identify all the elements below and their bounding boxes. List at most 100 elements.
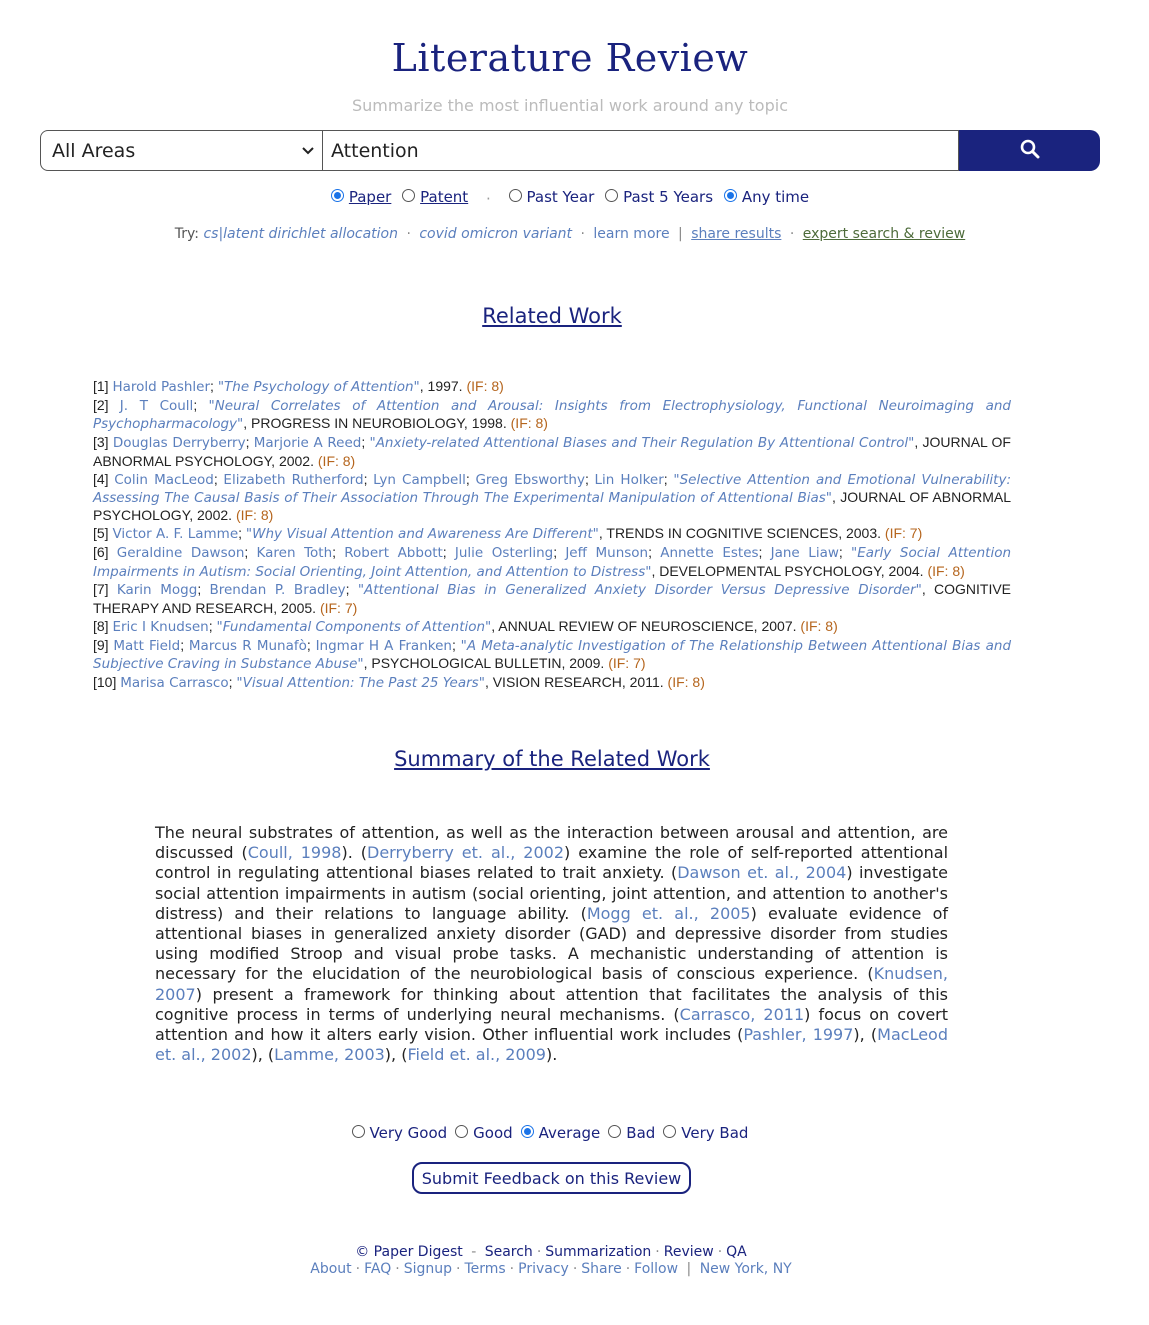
paper-title-link[interactable]: "Anxiety-related Attentional Biases and … <box>369 435 914 451</box>
citation-link[interactable]: Derryberry et. al., 2002 <box>367 843 564 862</box>
rating-option[interactable]: Very Bad <box>663 1124 748 1142</box>
area-select-value: All Areas <box>52 139 136 162</box>
author-link[interactable]: J. T Coull <box>120 398 194 414</box>
search-input[interactable] <box>323 130 959 171</box>
author-link[interactable]: Colin MacLeod <box>114 472 214 488</box>
author-link[interactable]: Julie Osterling <box>455 545 553 561</box>
citation-link[interactable]: Field et. al., 2009 <box>407 1045 546 1064</box>
author-link[interactable]: Lyn Campbell <box>373 472 466 488</box>
citation-link[interactable]: Coull, 1998 <box>248 843 342 862</box>
rating-option[interactable]: Very Good <box>351 1124 447 1142</box>
venue-name: ANNUAL REVIEW OF NEUROSCIENCE, <box>498 617 758 634</box>
author-link[interactable]: Harold Pashler <box>112 379 210 395</box>
time-any-option[interactable]: Any time <box>723 188 809 206</box>
footer-link-search[interactable]: Search <box>485 1244 533 1260</box>
reference-number: [4] <box>93 470 115 487</box>
paper-title-link[interactable]: "Fundamental Components of Attention" <box>217 619 492 635</box>
footer-link-faq[interactable]: FAQ <box>364 1261 391 1277</box>
publication-year: 1997. <box>427 378 463 394</box>
author-link[interactable]: Karin Mogg <box>117 582 197 598</box>
try-example-lda[interactable]: cs|latent dirichlet allocation <box>203 226 398 242</box>
paper-title-link[interactable]: "Attentional Bias in Generalized Anxiety… <box>358 582 922 598</box>
citation-link[interactable]: Mogg et. al., 2005 <box>587 904 751 923</box>
impact-factor: (IF: 8) <box>466 378 504 394</box>
author-link[interactable]: Elizabeth Rutherford <box>223 472 363 488</box>
author-link[interactable]: Annette Estes <box>660 545 758 561</box>
time-past-5-years-option[interactable]: Past 5 Years <box>605 188 713 206</box>
rating-option[interactable]: Bad <box>608 1124 655 1142</box>
footer-location-link[interactable]: New York, NY <box>700 1261 792 1277</box>
share-results-link[interactable]: share results <box>691 226 781 242</box>
rating-option[interactable]: Good <box>455 1124 513 1142</box>
rating-radio[interactable] <box>520 1124 534 1138</box>
author-link[interactable]: Marisa Carrasco <box>120 675 228 691</box>
author-link[interactable]: Ingmar H A Franken <box>316 638 452 654</box>
patent-radio[interactable] <box>402 188 416 202</box>
footer-link-share[interactable]: Share <box>581 1261 621 1277</box>
citation-link[interactable]: Carrasco, 2011 <box>680 1005 804 1024</box>
paper-radio[interactable] <box>330 188 344 202</box>
type-patent-option[interactable]: Patent <box>402 188 468 206</box>
author-link[interactable]: Marcus R Munafò <box>189 638 307 654</box>
past-5-years-radio[interactable] <box>605 188 619 202</box>
publication-year: 2007. <box>761 617 797 634</box>
footer-link-terms[interactable]: Terms <box>464 1261 505 1277</box>
footer-link-follow[interactable]: Follow <box>634 1261 678 1277</box>
footer-line-2: About · FAQ · Signup · Terms · Privacy · Share · Fol… <box>0 1261 1102 1277</box>
reference-number: [3] <box>93 434 113 451</box>
footer-link-qa[interactable]: QA <box>726 1244 747 1260</box>
reference-item: [8] Eric I Knudsen; "Fundamental Compone… <box>93 617 838 635</box>
author-link[interactable]: Karen Toth <box>257 545 333 561</box>
author-link[interactable]: Brendan P. Bradley <box>209 582 345 598</box>
author-link[interactable]: Victor A. F. Lamme <box>112 526 238 542</box>
author-link[interactable]: Douglas Derryberry <box>113 435 246 451</box>
citation-link[interactable]: Dawson et. al., 2004 <box>677 863 846 882</box>
paper-title-link[interactable]: "Why Visual Attention and Awareness Are … <box>246 526 599 542</box>
try-example-covid[interactable]: covid omicron variant <box>419 226 572 242</box>
author-link[interactable]: Geraldine Dawson <box>117 545 245 561</box>
paper-label: Paper <box>348 188 392 206</box>
related-work-title[interactable]: Related Work <box>0 304 1104 328</box>
rating-label: Good <box>473 1124 513 1142</box>
learn-more-link[interactable]: learn more <box>593 226 669 242</box>
author-link[interactable]: Robert Abbott <box>344 545 443 561</box>
time-past-year-option[interactable]: Past Year <box>508 188 594 206</box>
summary-text: The neural substrates of attention, as w… <box>155 823 948 1065</box>
author-link[interactable]: Jeff Munson <box>565 545 648 561</box>
submit-feedback-button[interactable]: Submit Feedback on this Review <box>412 1162 691 1194</box>
footer-link-about[interactable]: About <box>310 1261 351 1277</box>
search-button[interactable] <box>959 130 1100 171</box>
past-year-radio[interactable] <box>508 188 522 202</box>
author-link[interactable]: Jane Liaw <box>771 545 839 561</box>
type-paper-option[interactable]: Paper <box>330 188 392 206</box>
rating-option[interactable]: Average <box>520 1124 600 1142</box>
rating-radio[interactable] <box>455 1124 469 1138</box>
citation-link[interactable]: Lamme, 2003 <box>274 1045 385 1064</box>
rating-radio[interactable] <box>351 1124 365 1138</box>
footer-link-summarization[interactable]: Summarization <box>545 1244 651 1260</box>
paper-title-link[interactable]: "The Psychology of Attention" <box>218 379 420 395</box>
page-title: Literature Review <box>391 36 749 80</box>
author-link[interactable]: Greg Ebsworthy <box>475 472 585 488</box>
any-time-radio[interactable] <box>723 188 737 202</box>
impact-factor: (IF: 8) <box>800 617 838 634</box>
paper-title-link[interactable]: "Neural Correlates of Attention and Arou… <box>93 398 1011 432</box>
author-link[interactable]: Marjorie A Reed <box>254 435 362 451</box>
try-dot: · <box>789 226 795 242</box>
rating-radio[interactable] <box>663 1124 677 1138</box>
footer-link-privacy[interactable]: Privacy <box>518 1261 569 1277</box>
footer-link-signup[interactable]: Signup <box>404 1261 452 1277</box>
summary-title[interactable]: Summary of the Related Work <box>0 747 1104 771</box>
search-icon <box>1020 139 1040 163</box>
author-link[interactable]: Matt Field <box>113 638 180 654</box>
rating-radio[interactable] <box>608 1124 622 1138</box>
paper-title-link[interactable]: "Visual Attention: The Past 25 Years" <box>236 675 485 691</box>
expert-search-link[interactable]: expert search & review <box>803 226 965 242</box>
citation-link[interactable]: Pashler, 1997 <box>743 1025 853 1044</box>
footer-link-review[interactable]: Review <box>664 1244 714 1260</box>
author-link[interactable]: Eric I Knudsen <box>112 619 208 635</box>
publication-year: 2005. <box>281 599 317 616</box>
area-select[interactable]: All Areas <box>40 130 323 171</box>
footer-dot: · <box>355 1261 361 1277</box>
author-link[interactable]: Lin Holker <box>595 472 664 488</box>
